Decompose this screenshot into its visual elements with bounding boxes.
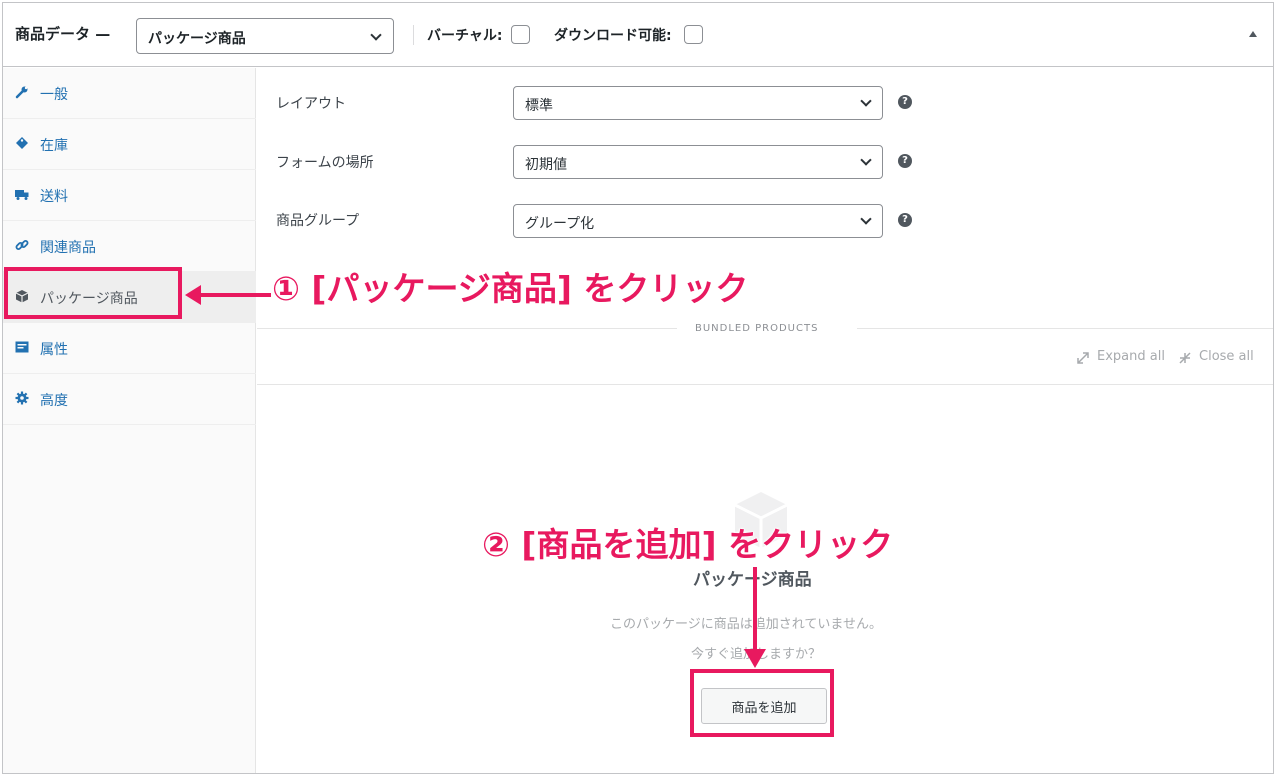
layout-label: レイアウト <box>276 96 346 112</box>
product-data-tabs: 一般 在庫 送料 関連商品 パッケージ商品 属性 高度 <box>3 68 256 773</box>
tab-label: 高度 <box>40 393 68 409</box>
gear-icon <box>15 391 29 405</box>
item-grouping-value: グループ化 <box>525 216 595 232</box>
section-divider <box>257 328 677 329</box>
expand-icon <box>1077 352 1089 364</box>
arrow-down-icon <box>744 567 766 668</box>
header-divider <box>413 25 414 45</box>
chevron-down-icon <box>860 95 872 107</box>
collapse-icon <box>1179 352 1191 364</box>
tab-label: 属性 <box>40 342 68 358</box>
product-type-value: パッケージ商品 <box>148 31 246 47</box>
product-data-header: 商品データ — パッケージ商品 バーチャル: ダウンロード可能: <box>3 3 1273 67</box>
tab-label: 一般 <box>40 87 68 103</box>
truck-icon <box>15 190 29 200</box>
item-grouping-label: 商品グループ <box>276 213 360 229</box>
virtual-label: バーチャル: <box>427 28 503 44</box>
highlight-bundled-tab <box>4 267 182 319</box>
close-all-link[interactable]: Close all <box>1199 349 1254 364</box>
product-data-panel: 商品データ — パッケージ商品 バーチャル: ダウンロード可能: 一般 在庫 送… <box>2 2 1274 774</box>
product-data-title: 商品データ — <box>15 25 111 43</box>
link-icon <box>15 240 29 250</box>
tab-inventory[interactable]: 在庫 <box>3 119 256 170</box>
tab-label: 関連商品 <box>40 240 96 256</box>
virtual-checkbox[interactable] <box>511 25 530 44</box>
tab-label: 送料 <box>40 189 68 205</box>
tab-label: 在庫 <box>40 138 68 154</box>
layout-select[interactable]: 標準 <box>513 86 883 120</box>
tab-general[interactable]: 一般 <box>3 68 256 119</box>
help-icon[interactable]: ? <box>898 213 912 227</box>
tab-shipping[interactable]: 送料 <box>3 170 256 221</box>
expand-all-link[interactable]: Expand all <box>1097 349 1165 364</box>
toolbar-divider <box>257 384 1273 385</box>
help-icon[interactable]: ? <box>898 95 912 109</box>
collapse-panel-icon[interactable] <box>1249 31 1257 37</box>
downloadable-label: ダウンロード可能: <box>554 28 672 44</box>
chevron-down-icon <box>860 154 872 166</box>
tag-icon <box>16 137 28 149</box>
help-icon[interactable]: ? <box>898 154 912 168</box>
form-location-select[interactable]: 初期値 <box>513 145 883 179</box>
annotation-step-2: ② [商品を追加] をクリック <box>481 525 894 565</box>
annotation-step-1: ① [パッケージ商品] をクリック <box>271 269 749 309</box>
bundled-products-heading: BUNDLED PRODUCTS <box>695 323 819 334</box>
form-location-value: 初期値 <box>525 157 567 173</box>
chevron-down-icon <box>860 213 872 225</box>
arrow-left-icon <box>185 285 271 305</box>
section-divider <box>857 328 1273 329</box>
tab-attributes[interactable]: 属性 <box>3 323 256 374</box>
layout-value: 標準 <box>525 98 553 114</box>
downloadable-checkbox[interactable] <box>684 25 703 44</box>
tab-advanced[interactable]: 高度 <box>3 374 256 425</box>
wrench-icon <box>15 86 28 99</box>
form-location-label: フォームの場所 <box>276 155 374 171</box>
product-type-select[interactable]: パッケージ商品 <box>136 18 394 54</box>
highlight-add-button <box>690 669 834 737</box>
tab-linked-products[interactable]: 関連商品 <box>3 221 256 272</box>
chevron-down-icon <box>370 29 382 41</box>
list-icon <box>15 341 29 353</box>
item-grouping-select[interactable]: グループ化 <box>513 204 883 238</box>
